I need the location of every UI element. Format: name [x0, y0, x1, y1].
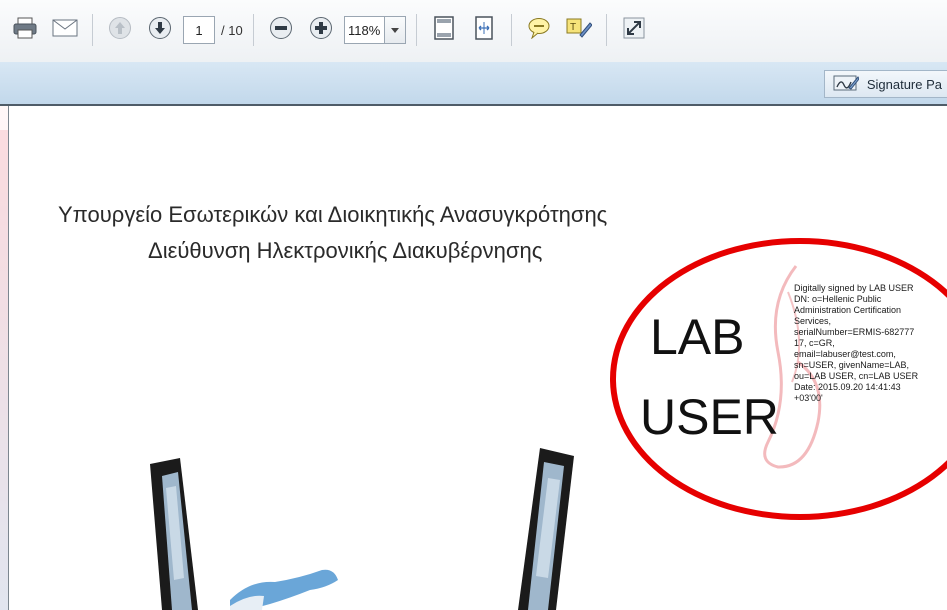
signature-pen-icon: [833, 74, 860, 95]
toolbar: 1 / 10 118% T: [0, 0, 947, 63]
toolbar-separator: [92, 14, 93, 46]
hand-illustration: [230, 569, 338, 610]
previous-page-button[interactable]: [103, 13, 137, 47]
zoom-value: 118%: [348, 22, 381, 38]
plus-circle-icon: [309, 16, 333, 45]
next-page-button[interactable]: [143, 13, 177, 47]
arrow-up-circle-icon: [108, 16, 132, 45]
arrow-down-circle-icon: [148, 16, 172, 45]
signature-panel-button[interactable]: Signature Pa: [823, 70, 947, 98]
full-screen-button[interactable]: [617, 13, 651, 47]
speech-bubble-icon: [527, 17, 551, 44]
signature-panel-label: Signature Pa: [866, 76, 942, 92]
highlight-pen-icon: T: [566, 17, 593, 44]
highlight-text-button[interactable]: T: [562, 13, 596, 47]
zoom-out-button[interactable]: [264, 13, 298, 47]
document-heading-ministry: Υπουργείο Εσωτερικών και Διοικητικής Ανα…: [58, 202, 608, 227]
toolbar-separator: [605, 14, 607, 46]
zoom-select[interactable]: 118%: [343, 16, 406, 44]
email-button[interactable]: [48, 13, 82, 47]
page-number-input[interactable]: 1: [183, 16, 215, 44]
monitor-right-illustration: [518, 448, 574, 610]
zoom-in-button[interactable]: [304, 13, 338, 47]
toolbar-separator: [415, 14, 417, 46]
fit-page-button[interactable]: [427, 13, 461, 47]
fit-width-icon: [473, 15, 495, 45]
toolbar-row: 1 / 10 118% T: [8, 10, 651, 50]
comment-button[interactable]: [522, 13, 556, 47]
page-total-label: / 10: [221, 22, 243, 38]
chevron-down-icon[interactable]: [383, 17, 405, 43]
toolbar-separator: [252, 14, 254, 46]
expand-icon: [623, 17, 645, 44]
envelope-icon: [52, 19, 78, 42]
signature-bar: Signature Pa: [0, 62, 947, 106]
fit-width-button[interactable]: [467, 13, 501, 47]
document-heading-directorate: Διεύθυνση Ηλεκτρονικής Διακυβέρνησης: [148, 238, 543, 263]
svg-text:T: T: [570, 22, 576, 33]
printer-icon: [12, 16, 38, 45]
print-button[interactable]: [8, 13, 42, 47]
fit-page-icon: [433, 15, 455, 45]
toolbar-separator: [510, 14, 512, 46]
minus-circle-icon: [269, 16, 293, 45]
